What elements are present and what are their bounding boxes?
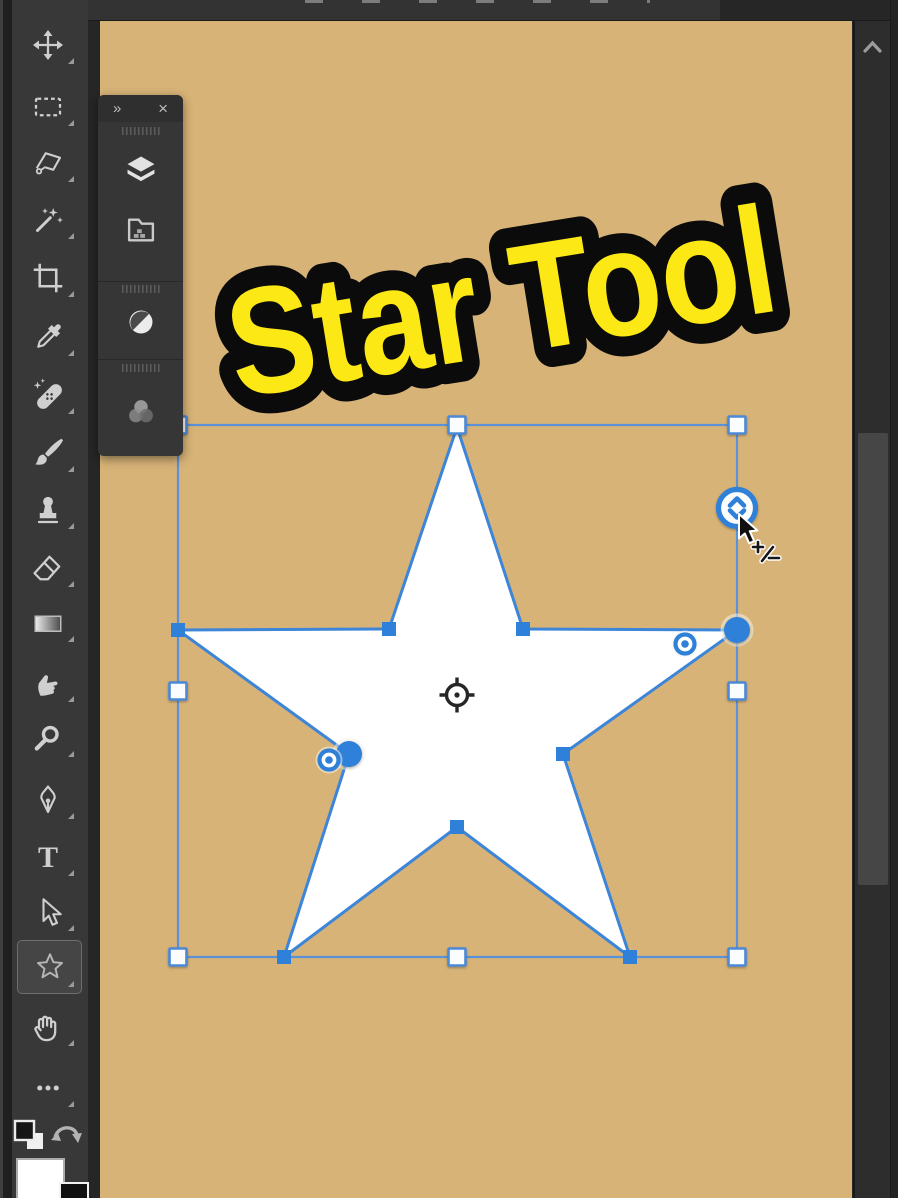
- flyout-triangle-icon: [68, 466, 74, 472]
- flyout-triangle-icon: [68, 925, 74, 931]
- chevron-up-icon[interactable]: [854, 29, 891, 59]
- flyout-triangle-icon: [68, 636, 74, 642]
- gradient-tool[interactable]: [10, 595, 86, 651]
- flyout-triangle-icon: [68, 350, 74, 356]
- flyout-triangle-icon: [68, 58, 74, 64]
- smudge-tool[interactable]: [10, 655, 86, 711]
- layers-panel-button[interactable]: [122, 151, 160, 189]
- flyout-triangle-icon: [68, 1101, 74, 1107]
- tool-sidebar: T: [0, 0, 89, 1198]
- panel-divider: [98, 281, 183, 282]
- move-icon: [33, 30, 63, 60]
- star-tool[interactable]: [17, 940, 82, 994]
- toolbar-edge-highlight: [0, 0, 3, 1198]
- pen-tool[interactable]: [10, 772, 86, 828]
- foreground-color-swatch[interactable]: [16, 1158, 65, 1198]
- dodge-icon: [34, 725, 59, 751]
- pen-icon: [40, 785, 56, 814]
- layers-icon: [127, 156, 154, 182]
- adjustments-panel-button[interactable]: [122, 303, 160, 341]
- lasso-tool[interactable]: [10, 135, 86, 191]
- panel-grip[interactable]: [121, 285, 160, 293]
- path-select-tool[interactable]: [10, 884, 86, 940]
- panel-grip[interactable]: [121, 364, 160, 372]
- gradient-icon: [34, 615, 62, 632]
- swap-colors-icon[interactable]: [48, 1116, 84, 1152]
- panel-header: » ×: [98, 95, 183, 122]
- flyout-triangle-icon: [68, 120, 74, 126]
- type-tool[interactable]: T: [10, 829, 86, 885]
- more-tools[interactable]: [10, 1060, 86, 1116]
- star-icon: [36, 953, 63, 979]
- ellipsis-icon: [37, 1085, 59, 1091]
- dodge-tool[interactable]: [10, 710, 86, 766]
- flyout-triangle-icon: [68, 870, 74, 876]
- panel-divider: [98, 359, 183, 360]
- smudge-icon: [38, 675, 58, 696]
- panel-collapse-button[interactable]: »: [113, 100, 122, 117]
- type-icon: T: [38, 841, 58, 874]
- flyout-triangle-icon: [68, 696, 74, 702]
- tab-strip: [88, 0, 898, 21]
- flyout-triangle-icon: [68, 291, 74, 297]
- app-root: Star Tool T » ×: [0, 0, 898, 1198]
- front-color-square: [13, 1119, 36, 1142]
- lasso-icon: [35, 152, 62, 175]
- panel-close-button[interactable]: ×: [158, 99, 168, 119]
- clone-stamp-icon: [37, 496, 59, 524]
- window-right-edge: [890, 0, 898, 1198]
- marquee-icon: [34, 97, 62, 117]
- assets-panel-button[interactable]: [122, 211, 160, 249]
- marquee-tool[interactable]: [10, 79, 86, 135]
- flyout-triangle-icon: [68, 233, 74, 239]
- default-colors-icon[interactable]: [12, 1118, 48, 1154]
- crop-tool[interactable]: [10, 250, 86, 306]
- tab-strip-active-area: [88, 0, 720, 20]
- scrollbar-thumb[interactable]: [858, 433, 888, 885]
- flyout-triangle-icon: [68, 813, 74, 819]
- panel-grip[interactable]: [121, 127, 160, 135]
- healing-icon: [33, 378, 62, 409]
- direct-select-icon: [42, 898, 62, 926]
- flyout-triangle-icon: [68, 176, 74, 182]
- mixer-panel-button[interactable]: [122, 393, 160, 431]
- eyedropper-icon: [37, 324, 61, 348]
- brush-tool[interactable]: [10, 425, 86, 481]
- svg-text:T: T: [38, 841, 58, 874]
- flyout-triangle-icon: [68, 1040, 74, 1046]
- flyout-triangle-icon: [68, 981, 74, 987]
- move-tool[interactable]: [10, 17, 86, 73]
- flyout-triangle-icon: [68, 408, 74, 414]
- eraser-tool[interactable]: [10, 540, 86, 596]
- flyout-triangle-icon: [68, 581, 74, 587]
- eraser-icon: [33, 555, 61, 581]
- background-color-swatch[interactable]: [59, 1182, 89, 1198]
- healing-tool[interactable]: [10, 367, 86, 423]
- clone-stamp-tool[interactable]: [10, 482, 86, 538]
- floating-panel: » ×: [98, 95, 183, 456]
- adjustments-icon: [129, 310, 152, 334]
- brush-icon: [35, 438, 63, 465]
- hand-tool[interactable]: [10, 999, 86, 1055]
- hand-icon: [34, 1015, 57, 1042]
- magic-wand-icon: [36, 208, 63, 232]
- document-canvas[interactable]: [100, 21, 852, 1198]
- mixer-icon: [128, 400, 153, 423]
- vertical-scrollbar[interactable]: [853, 21, 890, 1198]
- flyout-triangle-icon: [68, 523, 74, 529]
- flyout-triangle-icon: [68, 751, 74, 757]
- tab-text-remnant: [305, 0, 650, 3]
- assets-icon: [127, 218, 154, 242]
- eyedropper-tool[interactable]: [10, 309, 86, 365]
- crop-icon: [33, 263, 63, 293]
- magic-wand-tool[interactable]: [10, 192, 86, 248]
